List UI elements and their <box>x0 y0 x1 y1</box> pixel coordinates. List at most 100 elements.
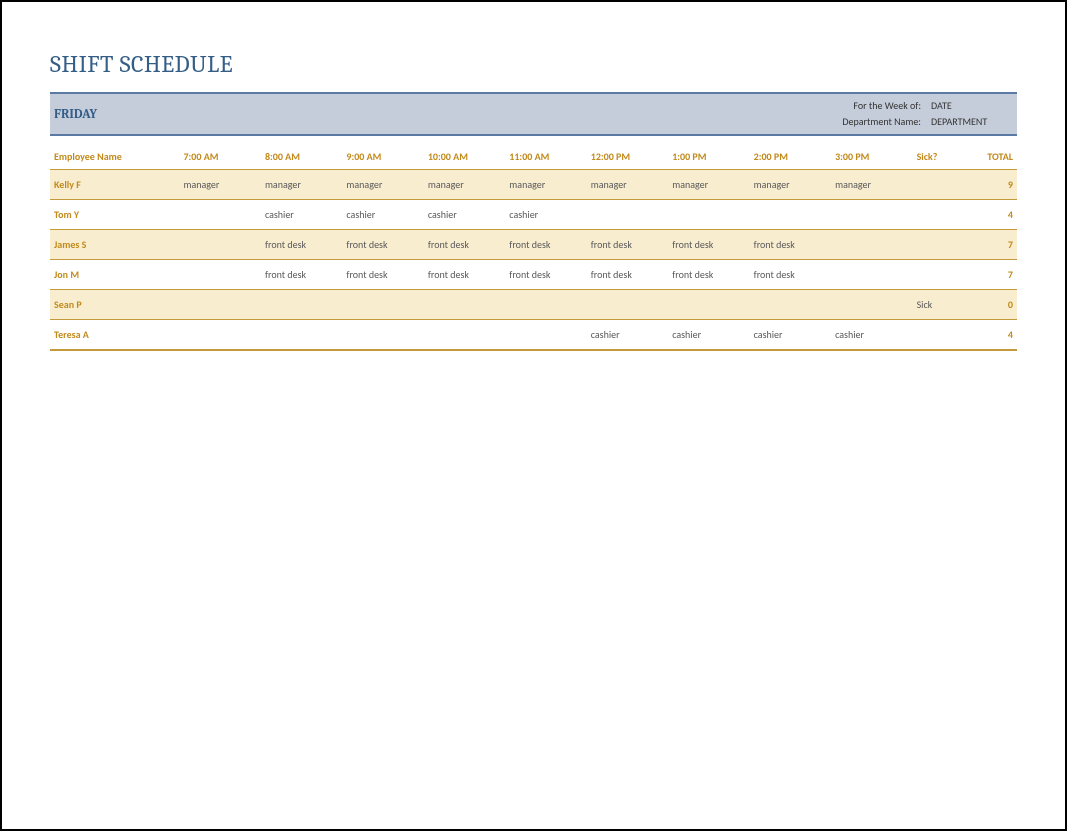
shift-cell: cashier <box>342 200 423 230</box>
sick-cell <box>913 320 965 351</box>
total-cell: 4 <box>965 200 1017 230</box>
shift-cell: front desk <box>668 230 749 260</box>
table-row: James Sfront deskfront deskfront deskfro… <box>50 230 1017 260</box>
shift-cell <box>505 290 586 320</box>
col-sick: Sick? <box>913 144 965 170</box>
employee-name-cell: James S <box>50 230 179 260</box>
shift-cell <box>424 290 505 320</box>
col-hour: 10:00 AM <box>424 144 505 170</box>
shift-cell: front desk <box>587 230 668 260</box>
shift-cell: front desk <box>342 230 423 260</box>
col-hour: 9:00 AM <box>342 144 423 170</box>
shift-cell <box>179 230 260 260</box>
sick-cell: Sick <box>913 290 965 320</box>
sick-cell <box>913 230 965 260</box>
shift-cell: front desk <box>261 230 342 260</box>
shift-cell: cashier <box>668 320 749 351</box>
shift-cell <box>424 320 505 351</box>
table-row: Jon Mfront deskfront deskfront deskfront… <box>50 260 1017 290</box>
week-label: For the Week of: <box>811 100 921 112</box>
shift-cell <box>261 320 342 351</box>
shift-cell: manager <box>750 170 831 200</box>
shift-cell: manager <box>831 170 912 200</box>
shift-cell <box>831 290 912 320</box>
meta-week: For the Week of: DATE <box>811 100 1011 112</box>
table-row: Kelly Fmanagermanagermanagermanagermanag… <box>50 170 1017 200</box>
shift-cell: front desk <box>750 230 831 260</box>
shift-cell: manager <box>668 170 749 200</box>
day-name: FRIDAY <box>54 107 97 122</box>
col-hour: 3:00 PM <box>831 144 912 170</box>
shift-cell: manager <box>261 170 342 200</box>
shift-cell <box>261 290 342 320</box>
meta-block: For the Week of: DATE Department Name: D… <box>811 100 1011 128</box>
shift-cell <box>668 200 749 230</box>
shift-cell <box>831 230 912 260</box>
shift-cell <box>179 260 260 290</box>
employee-name-cell: Tom Y <box>50 200 179 230</box>
shift-cell: front desk <box>261 260 342 290</box>
table-row: Sean P Sick0 <box>50 290 1017 320</box>
total-cell: 0 <box>965 290 1017 320</box>
shift-cell <box>179 290 260 320</box>
shift-cell: manager <box>587 170 668 200</box>
shift-cell: manager <box>424 170 505 200</box>
meta-dept: Department Name: DEPARTMENT <box>811 116 1011 128</box>
shift-cell <box>831 260 912 290</box>
total-cell: 4 <box>965 320 1017 351</box>
total-cell: 7 <box>965 230 1017 260</box>
shift-cell: front desk <box>587 260 668 290</box>
shift-cell <box>179 200 260 230</box>
total-cell: 7 <box>965 260 1017 290</box>
sick-cell <box>913 170 965 200</box>
shift-cell: cashier <box>750 320 831 351</box>
col-hour: 1:00 PM <box>668 144 749 170</box>
shift-cell: front desk <box>342 260 423 290</box>
sick-cell <box>913 260 965 290</box>
shift-cell <box>505 320 586 351</box>
dept-label: Department Name: <box>811 116 921 128</box>
shift-cell: front desk <box>505 230 586 260</box>
shift-cell <box>342 290 423 320</box>
shift-cell: front desk <box>424 260 505 290</box>
col-employee-name: Employee Name <box>50 144 179 170</box>
shift-cell: front desk <box>668 260 749 290</box>
table-header: Employee Name 7:00 AM 8:00 AM 9:00 AM 10… <box>50 144 1017 170</box>
total-cell: 9 <box>965 170 1017 200</box>
col-hour: 11:00 AM <box>505 144 586 170</box>
employee-name-cell: Kelly F <box>50 170 179 200</box>
shift-cell: front desk <box>750 260 831 290</box>
table-row: Teresa Acashiercashiercashiercashier4 <box>50 320 1017 351</box>
col-hour: 12:00 PM <box>587 144 668 170</box>
col-hour: 2:00 PM <box>750 144 831 170</box>
employee-name-cell: Teresa A <box>50 320 179 351</box>
table-body: Kelly Fmanagermanagermanagermanagermanag… <box>50 170 1017 351</box>
col-total: TOTAL <box>965 144 1017 170</box>
schedule-table: Employee Name 7:00 AM 8:00 AM 9:00 AM 10… <box>50 144 1017 351</box>
page-title: SHIFT SCHEDULE <box>50 50 1017 78</box>
shift-cell: cashier <box>505 200 586 230</box>
shift-cell: cashier <box>831 320 912 351</box>
dept-value: DEPARTMENT <box>931 116 1011 128</box>
shift-cell <box>342 320 423 351</box>
employee-name-cell: Jon M <box>50 260 179 290</box>
shift-cell: manager <box>342 170 423 200</box>
shift-cell <box>587 290 668 320</box>
shift-cell <box>750 290 831 320</box>
shift-cell <box>587 200 668 230</box>
shift-cell <box>668 290 749 320</box>
sick-cell <box>913 200 965 230</box>
shift-cell: manager <box>505 170 586 200</box>
table-row: Tom Ycashiercashiercashiercashier4 <box>50 200 1017 230</box>
shift-cell: cashier <box>261 200 342 230</box>
employee-name-cell: Sean P <box>50 290 179 320</box>
shift-cell: front desk <box>424 230 505 260</box>
shift-cell <box>831 200 912 230</box>
col-hour: 8:00 AM <box>261 144 342 170</box>
shift-cell: cashier <box>587 320 668 351</box>
shift-cell: cashier <box>424 200 505 230</box>
day-band: FRIDAY For the Week of: DATE Department … <box>50 92 1017 136</box>
shift-cell: manager <box>179 170 260 200</box>
shift-cell <box>750 200 831 230</box>
shift-cell <box>179 320 260 351</box>
